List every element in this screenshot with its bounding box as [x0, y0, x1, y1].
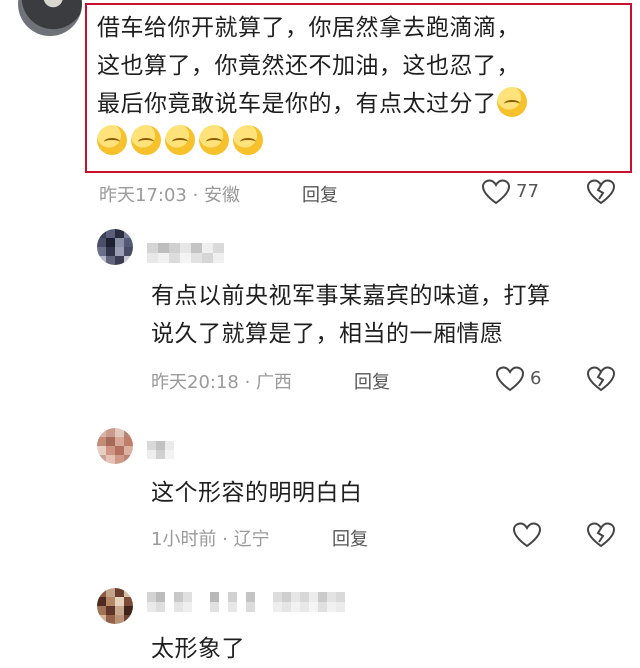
comment-1-text: 借车给你开就算了，你居然拿去跑滴滴， 这也算了，你竟然还不加油，这也忍了， 最后… [97, 9, 627, 161]
avatar[interactable] [97, 428, 133, 464]
comment-2-time-location: 昨天20:18 · 广西 [151, 372, 293, 393]
comment-2-reply-button[interactable]: 回复 [354, 368, 390, 394]
comment-1-reply-button[interactable]: 回复 [302, 181, 338, 207]
comment-4-text: 太形象了 [151, 630, 621, 668]
comment-3-like-button[interactable] [512, 521, 542, 553]
broken-heart-icon [586, 366, 616, 392]
username-blurred [147, 441, 174, 459]
tired-face-emoji [199, 125, 229, 155]
comment-1-like-button[interactable] [481, 178, 511, 210]
comment-1-dislike-button[interactable] [586, 178, 616, 210]
comment-3-dislike-button[interactable] [586, 521, 616, 553]
comment-line: 说久了就算是了，相当的一厢情愿 [151, 321, 504, 347]
tired-face-emoji [165, 125, 195, 155]
heart-outline-icon [495, 366, 525, 392]
comment-1-time-location: 昨天17:03 · 安徽 [99, 185, 241, 206]
avatar[interactable] [97, 229, 133, 265]
username-blurred [147, 592, 363, 612]
tired-face-emoji [97, 125, 127, 155]
comment-line: 有点以前央视军事某嘉宾的味道，打算 [151, 283, 551, 309]
tired-face-emoji [233, 125, 263, 155]
comment-line: 借车给你开就算了，你居然拿去跑滴滴， [97, 15, 520, 41]
comment-line: 这也算了，你竟然还不加油，这也忍了， [97, 53, 520, 79]
avatar[interactable] [97, 588, 133, 624]
tired-face-emoji [496, 87, 527, 117]
comment-3-reply-button[interactable]: 回复 [332, 525, 368, 551]
comment-line: 太形象了 [151, 636, 245, 662]
comment-2-dislike-button[interactable] [586, 365, 616, 397]
avatar[interactable] [18, 0, 82, 36]
emoji-row [97, 123, 627, 161]
comment-2-text: 有点以前央视军事某嘉宾的味道，打算 说久了就算是了，相当的一厢情愿 [151, 277, 621, 353]
comment-line: 这个形容的明明白白 [151, 480, 363, 506]
broken-heart-icon [586, 179, 616, 205]
comment-line: 最后你竟敢说车是你的，有点太过分了 [97, 85, 627, 123]
comment-3-text: 这个形容的明明白白 [151, 474, 621, 512]
comment-2-like-button[interactable] [495, 365, 525, 397]
heart-outline-icon [512, 522, 542, 548]
comment-2-like-count: 6 [530, 368, 542, 389]
broken-heart-icon [586, 522, 616, 548]
comment-1-like-count: 77 [516, 181, 539, 202]
heart-outline-icon [481, 179, 511, 205]
username-blurred [147, 243, 224, 263]
comment-3-time-location: 1小时前 · 辽宁 [151, 529, 270, 550]
tired-face-emoji [131, 125, 161, 155]
